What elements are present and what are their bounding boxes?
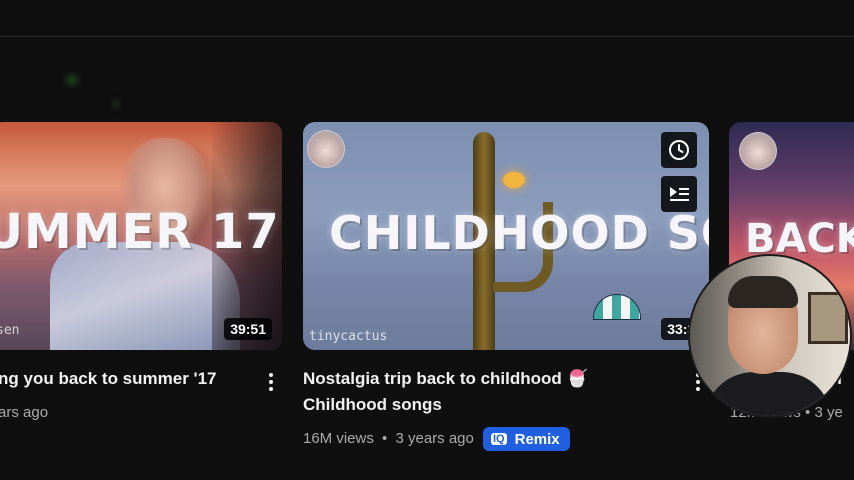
view-count: 16M views	[303, 430, 374, 447]
meta-separator: •	[382, 430, 388, 447]
video-title-line: Nostalgia trip back to childhood 🍧	[303, 369, 588, 388]
thumbnail-watermark: sen	[0, 323, 20, 338]
watch-later-button[interactable]	[661, 132, 697, 168]
channel-avatar	[307, 130, 345, 168]
thumbnail-title-text: CHILDHOOD SONGS	[329, 206, 709, 260]
video-meta: ars ago	[0, 404, 49, 421]
clock-icon	[669, 140, 689, 160]
presenter-webcam	[688, 254, 852, 418]
channel-avatar	[739, 132, 777, 170]
thumbnail-title-text: UMMER 17	[0, 204, 280, 260]
add-to-queue-button[interactable]	[661, 176, 697, 212]
upload-age: 3 years ago	[395, 430, 474, 447]
cactus-flower	[503, 172, 525, 188]
video-title-line: Childhood songs	[303, 395, 442, 414]
video-thumbnail[interactable]: UMMER 17 sen 39:51	[0, 122, 282, 350]
more-options-icon[interactable]	[269, 373, 273, 391]
wall-frame	[808, 292, 848, 344]
thumbnail-watermark: tinycactus	[309, 329, 388, 344]
presenter-body	[704, 372, 832, 416]
add-to-queue-icon	[670, 187, 689, 201]
iq-icon: IQ	[491, 433, 507, 445]
video-title[interactable]: ng you back to summer '17	[0, 366, 217, 392]
ambient-dot	[66, 74, 78, 86]
ambient-dot	[112, 100, 120, 108]
video-meta: 16M views • 3 years ago	[303, 430, 474, 447]
remix-badge[interactable]: IQ Remix	[483, 427, 570, 451]
duration-badge: 39:51	[224, 318, 272, 340]
umbrella-illustration	[593, 294, 641, 320]
video-thumbnail[interactable]: CHILDHOOD SONGS tinycactus 33:39	[303, 122, 709, 350]
video-title[interactable]: Nostalgia trip back to childhood 🍧 Child…	[303, 366, 683, 418]
presenter-hair	[728, 276, 798, 308]
remix-label: Remix	[514, 430, 560, 448]
top-bar	[0, 0, 854, 37]
